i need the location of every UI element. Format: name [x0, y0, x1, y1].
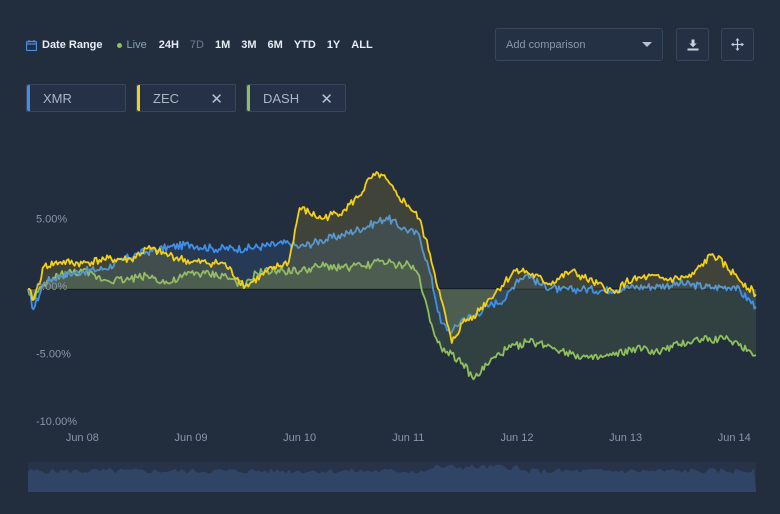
x-tick-label: Jun 09 [174, 432, 207, 444]
y-tick-label: 5.00% [36, 214, 67, 226]
x-tick-label: Jun 13 [609, 432, 642, 444]
x-tick-label: Jun 08 [66, 432, 99, 444]
x-tick-label: Jun 11 [392, 432, 424, 444]
price-comparison-chart[interactable]: 5.00% 0.00% -5.00% -10.00% Jun 08 Jun 09 Jun 1… [0, 0, 780, 514]
y-tick-label: 0.00% [36, 281, 67, 293]
x-tick-label: Jun 14 [718, 432, 751, 444]
x-tick-label: Jun 12 [500, 432, 533, 444]
y-tick-label: -10.00% [36, 416, 77, 428]
y-tick-label: -5.00% [36, 349, 71, 361]
x-tick-label: Jun 10 [283, 432, 316, 444]
